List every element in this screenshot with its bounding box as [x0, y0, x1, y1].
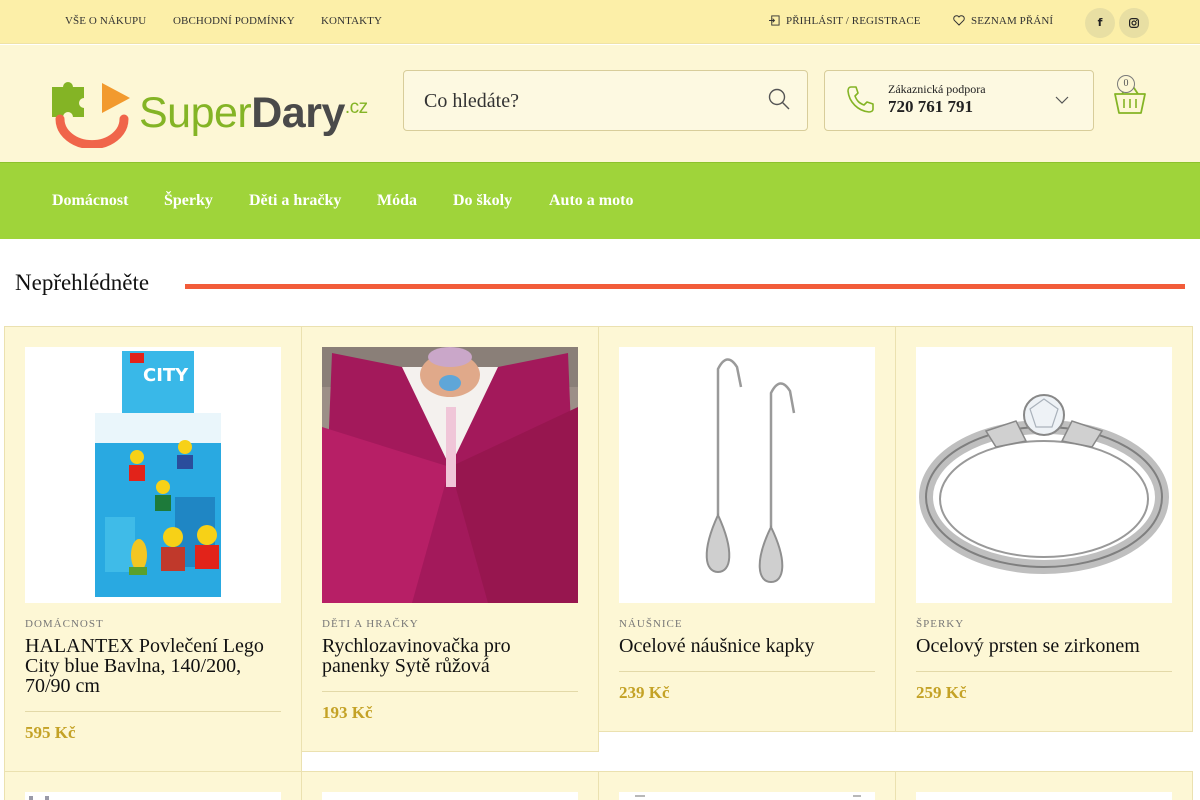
- chevron-down-icon: [1055, 96, 1069, 104]
- product-image-zircon-ring[interactable]: [916, 347, 1172, 603]
- lego-city-bedding-label: CITY: [143, 365, 189, 386]
- doll-swaddle-picture: [322, 347, 578, 603]
- product-divider: [25, 711, 281, 712]
- product-image-detail: [853, 795, 861, 797]
- logo-dary: Dary: [251, 89, 345, 137]
- nav-item-domacnost[interactable]: Domácnost: [52, 192, 128, 210]
- login-icon: [769, 15, 780, 26]
- search-icon[interactable]: [767, 87, 791, 111]
- product-title[interactable]: Ocelové náušnice kapky: [619, 636, 875, 656]
- heart-icon: [953, 15, 965, 26]
- product-image-doll-swaddle[interactable]: [322, 347, 578, 603]
- product-image-detail: [45, 796, 49, 800]
- logo-smile-icon: [52, 81, 130, 148]
- logo-cz: .cz: [344, 97, 368, 118]
- product-divider: [322, 691, 578, 692]
- product-card[interactable]: CITY DOMÁCNOST HALANTEX Povlečení Lego C…: [4, 326, 302, 772]
- main-nav: Domácnost Šperky Děti a hračky Móda Do š…: [0, 162, 1200, 239]
- search-box: [403, 70, 808, 131]
- product-title[interactable]: Ocelový prsten se zirkonem: [916, 636, 1172, 656]
- product-image-detail: [29, 796, 33, 800]
- section-title: Nepřehlédněte: [15, 270, 150, 295]
- logo-super: Super: [139, 89, 252, 137]
- instagram-button[interactable]: [1119, 8, 1149, 38]
- top-bar: VŠE O NÁKUPU OBCHODNÍ PODMÍNKY KONTAKTY …: [0, 0, 1200, 44]
- product-divider: [916, 671, 1172, 672]
- header: SuperDary.cz Zákaznická podpora 720 761 …: [0, 45, 1200, 162]
- link-about-shopping[interactable]: VŠE O NÁKUPU: [65, 15, 146, 27]
- product-card[interactable]: NÁUŠNICE Ocelové náušnice kapky 239 Kč: [598, 326, 896, 732]
- link-terms[interactable]: OBCHODNÍ PODMÍNKY: [173, 15, 295, 27]
- product-card[interactable]: DĚTI A HRAČKY Rychlozavinovačka pro pane…: [301, 326, 599, 752]
- cart-button[interactable]: 0: [1110, 75, 1150, 115]
- product-divider: [619, 671, 875, 672]
- wishlist-label: SEZNAM PŘÁNÍ: [971, 15, 1054, 27]
- wishlist-link[interactable]: SEZNAM PŘÁNÍ: [953, 15, 1053, 27]
- product-image-lego-city-bedding[interactable]: CITY: [25, 347, 281, 603]
- product-card[interactable]: [301, 771, 599, 800]
- support-phone[interactable]: 720 761 791: [888, 97, 973, 117]
- product-category[interactable]: NÁUŠNICE: [619, 618, 683, 630]
- product-card[interactable]: [598, 771, 896, 800]
- product-category[interactable]: ŠPERKY: [916, 618, 964, 630]
- link-contacts[interactable]: KONTAKTY: [321, 15, 382, 27]
- section-divider: [185, 284, 1185, 289]
- product-image[interactable]: [916, 792, 1172, 800]
- product-card[interactable]: [4, 771, 302, 800]
- product-image[interactable]: [322, 792, 578, 800]
- nav-item-deti-a-hracky[interactable]: Děti a hračky: [249, 192, 341, 210]
- product-title[interactable]: Rychlozavinovačka pro panenky Sytě růžov…: [322, 636, 578, 676]
- product-image[interactable]: [25, 792, 281, 800]
- product-image-drop-earrings[interactable]: [619, 347, 875, 603]
- product-price: 595 Kč: [25, 723, 76, 742]
- product-price: 259 Kč: [916, 683, 967, 702]
- facebook-button[interactable]: f: [1085, 8, 1115, 38]
- nav-item-moda[interactable]: Móda: [377, 192, 417, 210]
- product-image-detail: [635, 795, 645, 797]
- product-price: 193 Kč: [322, 703, 373, 722]
- nav-item-do-skoly[interactable]: Do školy: [453, 192, 512, 210]
- product-category[interactable]: DOMÁCNOST: [25, 618, 104, 630]
- product-category[interactable]: DĚTI A HRAČKY: [322, 618, 419, 630]
- cart-count-badge: 0: [1117, 75, 1135, 93]
- product-card[interactable]: [895, 771, 1193, 800]
- drop-earrings-picture: [619, 347, 875, 603]
- search-input[interactable]: [424, 85, 744, 117]
- support-label: Zákaznická podpora: [888, 82, 986, 96]
- customer-support-dropdown[interactable]: Zákaznická podpora 720 761 791: [824, 70, 1094, 131]
- product-card[interactable]: ŠPERKY Ocelový prsten se zirkonem 259 Kč: [895, 326, 1193, 732]
- product-title[interactable]: HALANTEX Povlečení Lego City blue Bavlna…: [25, 636, 281, 696]
- zircon-ring-picture: [916, 347, 1172, 603]
- phone-icon: [847, 86, 874, 113]
- login-link[interactable]: PŘIHLÁSIT / REGISTRACE: [769, 15, 921, 27]
- logo-wordmark: SuperDary.cz: [139, 89, 368, 138]
- nav-item-sperky[interactable]: Šperky: [164, 192, 213, 210]
- instagram-icon: [1129, 18, 1140, 29]
- product-image[interactable]: [619, 792, 875, 800]
- site-logo[interactable]: SuperDary.cz: [50, 73, 380, 148]
- nav-item-auto-a-moto[interactable]: Auto a moto: [549, 192, 633, 210]
- product-price: 239 Kč: [619, 683, 670, 702]
- login-label: PŘIHLÁSIT / REGISTRACE: [786, 15, 921, 27]
- facebook-icon: f: [1097, 16, 1103, 29]
